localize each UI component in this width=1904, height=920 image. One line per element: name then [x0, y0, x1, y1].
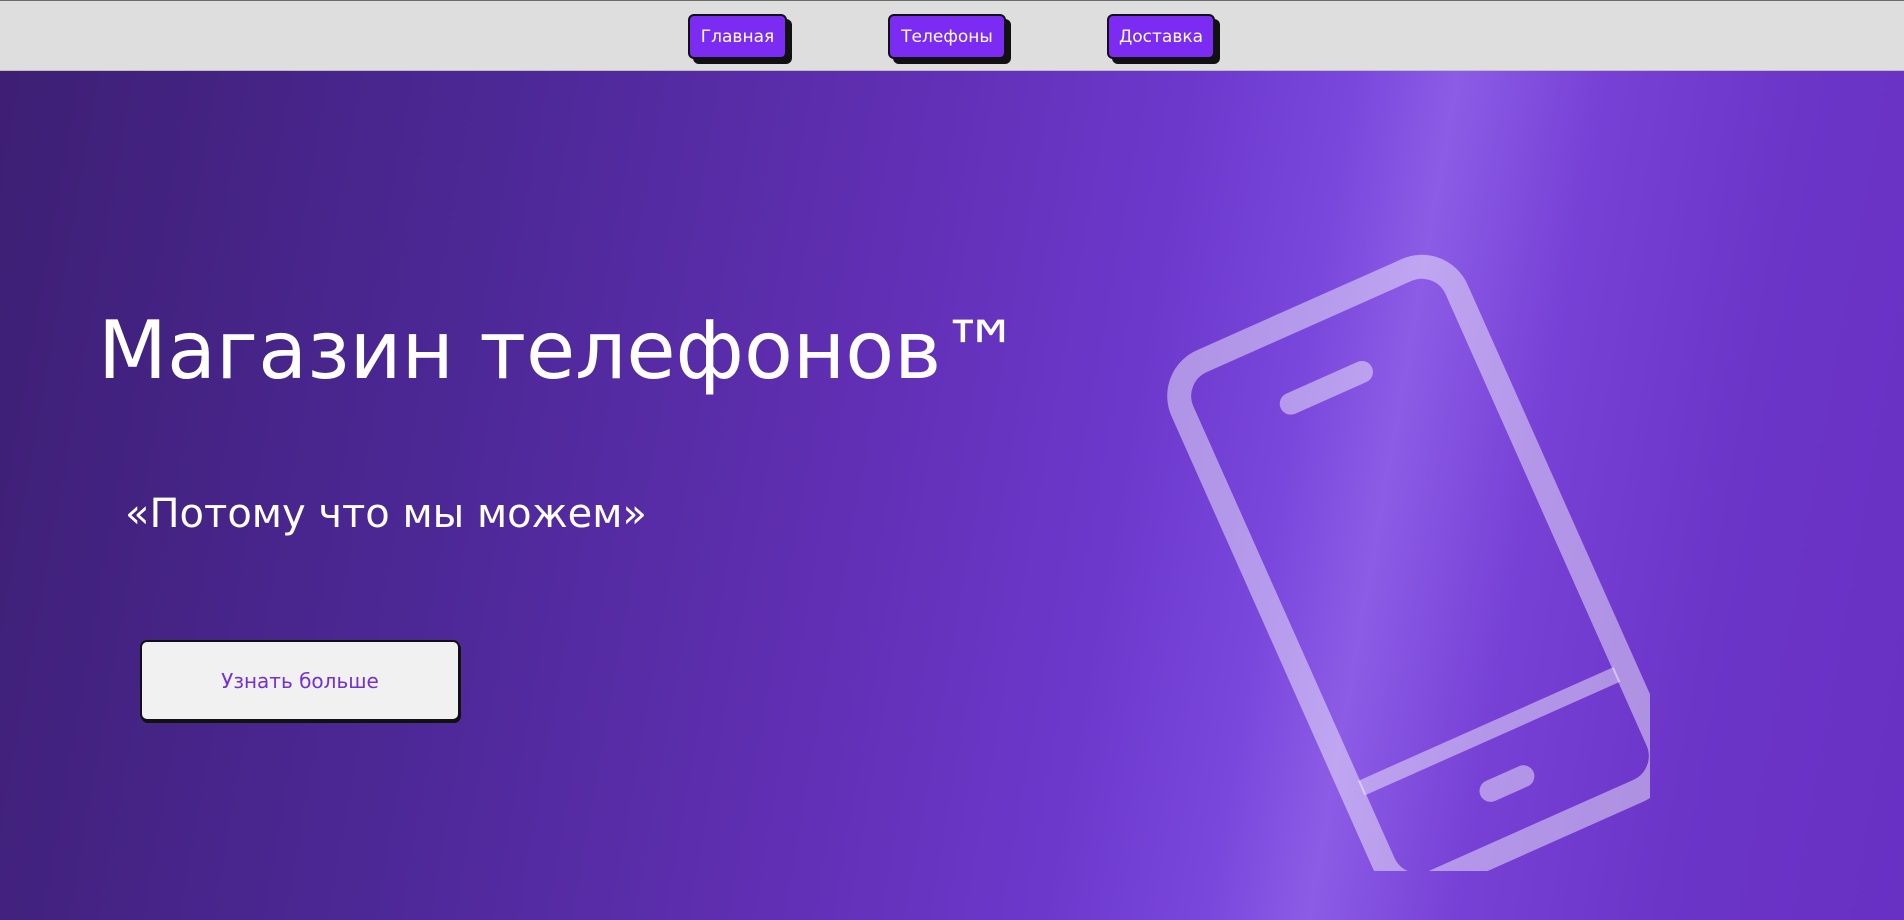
hero-subtitle: «Потому что мы можем»: [125, 491, 647, 537]
hero-title: Магазин телефонов™: [98, 304, 1022, 397]
top-navigation-bar: Главная Телефоны Доставка: [0, 0, 1904, 71]
hero-banner: Магазин телефонов™ «Потому что мы можем»…: [0, 71, 1904, 920]
nav-button-home[interactable]: Главная: [688, 14, 787, 59]
learn-more-button[interactable]: Узнать больше: [140, 640, 460, 721]
nav-button-phones[interactable]: Телефоны: [888, 14, 1006, 59]
nav-button-delivery[interactable]: Доставка: [1107, 14, 1215, 59]
smartphone-icon: [1167, 254, 1650, 871]
